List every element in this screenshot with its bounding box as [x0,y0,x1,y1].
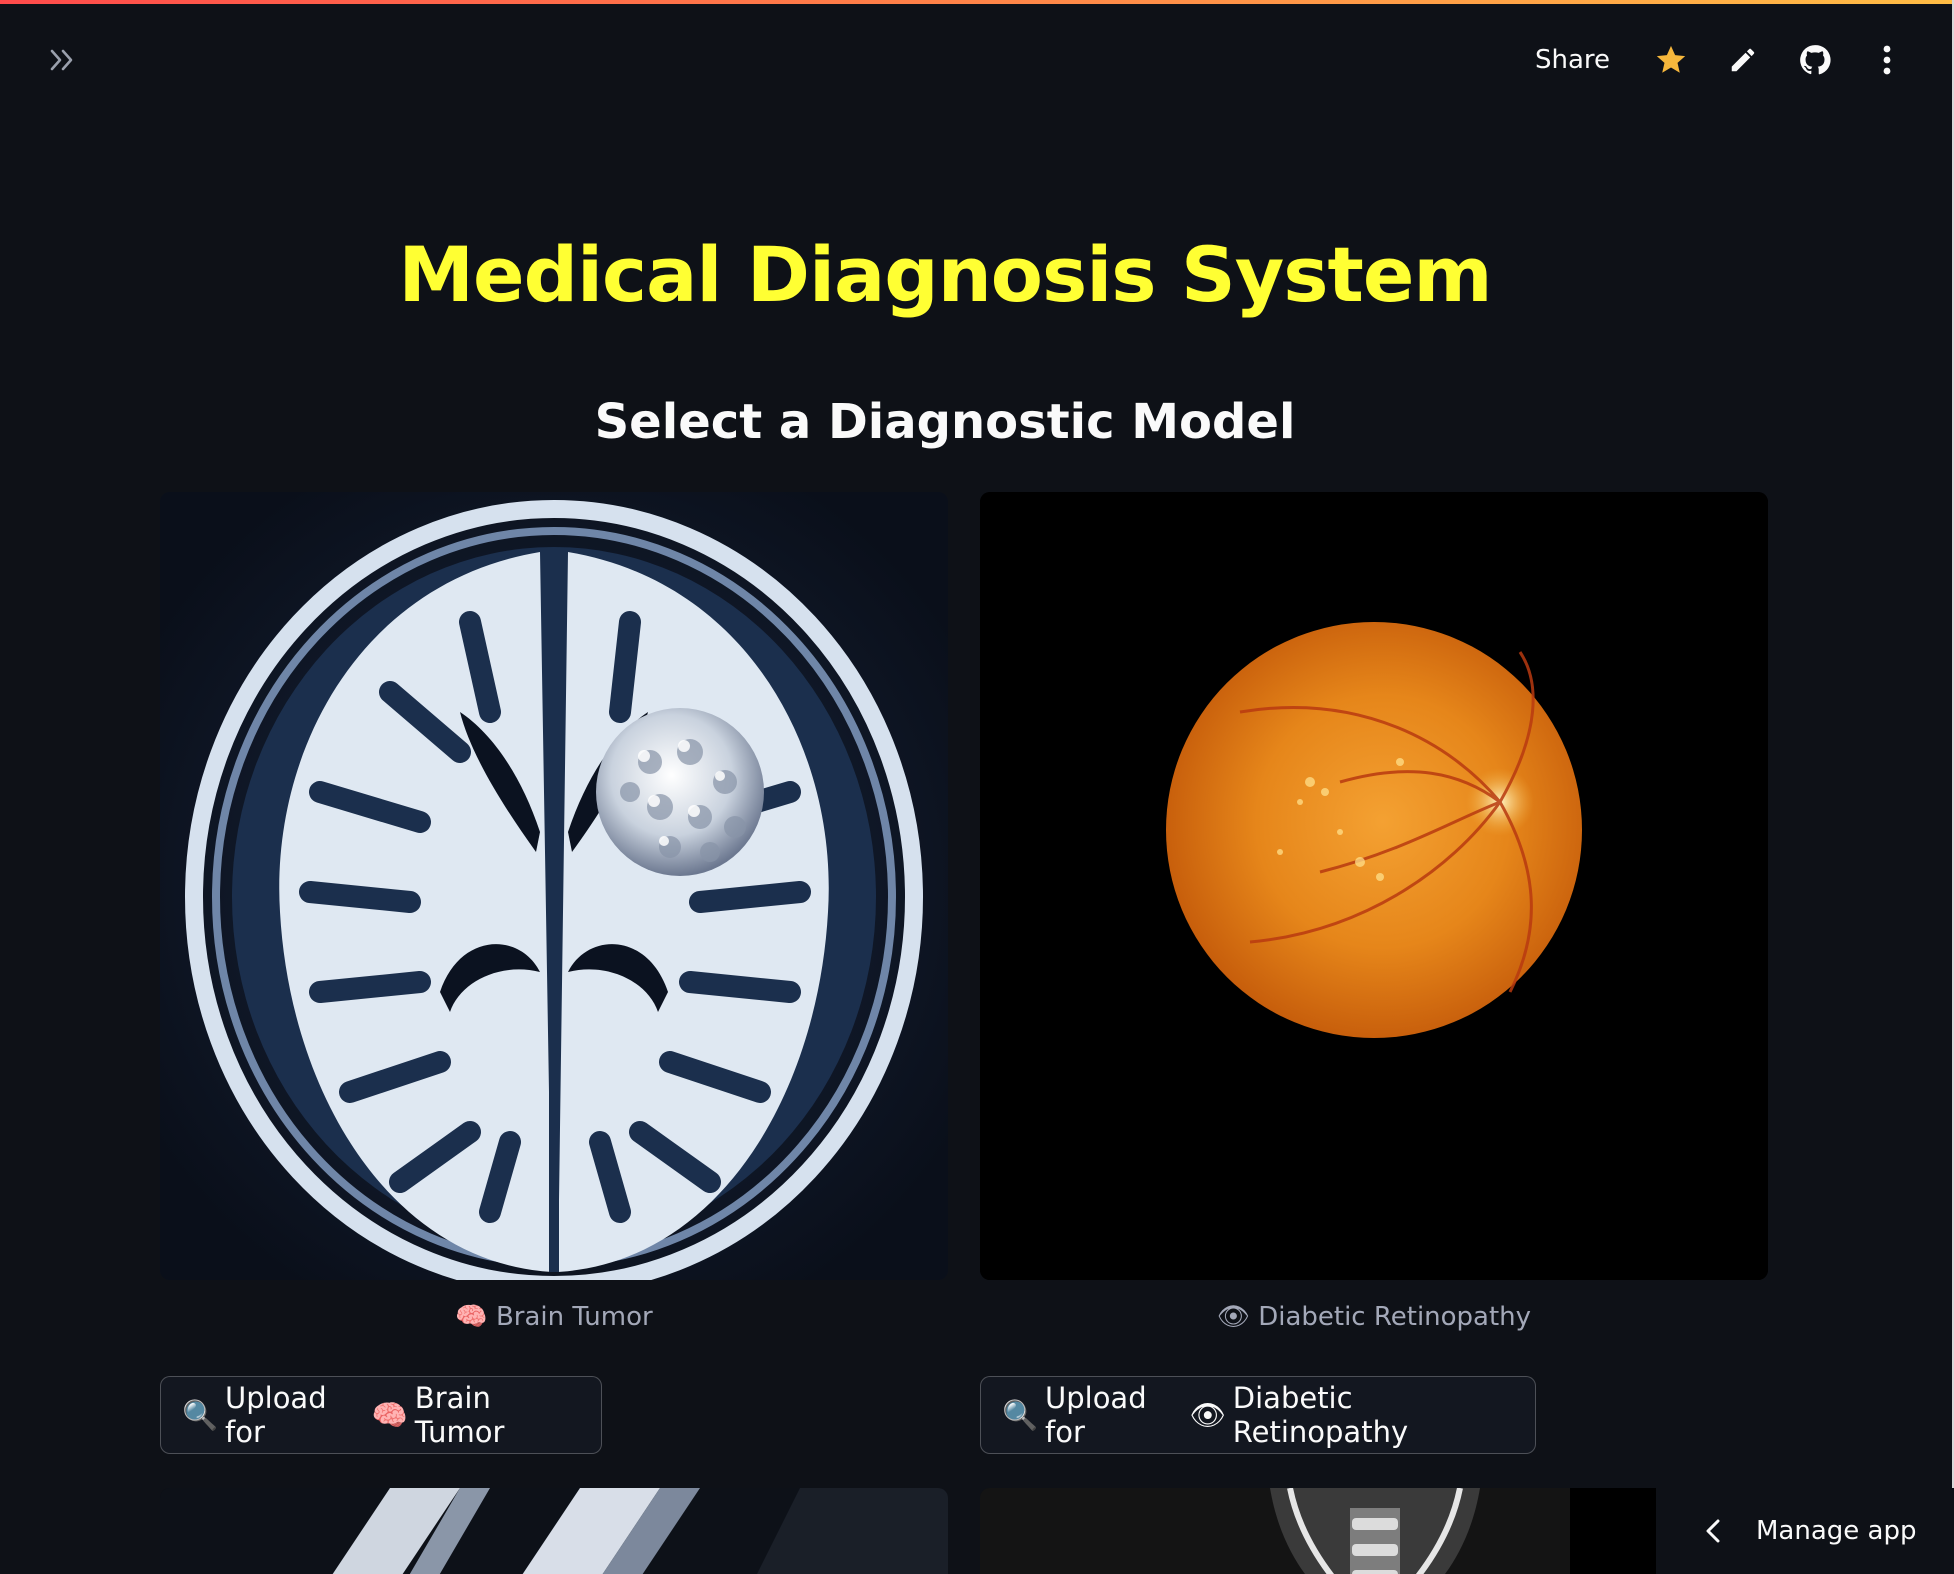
more-vertical-icon [1883,45,1891,75]
chevron-left-icon [1706,1519,1720,1543]
manage-app-label: Manage app [1756,1516,1917,1546]
brain-tumor-caption: 🧠 Brain Tumor [160,1302,948,1332]
toolbar: Share [1523,36,1910,84]
favorite-button[interactable] [1648,37,1694,83]
chest-xray-image [980,1488,1768,1574]
share-button[interactable]: Share [1523,45,1622,75]
button-label: Diabetic Retinopathy [1232,1381,1409,1449]
sidebar-expand-icon [50,49,73,71]
page-subtitle: Select a Diagnostic Model [594,394,1296,450]
github-icon [1800,45,1831,75]
brain-emoji-icon: 🧠 [371,1397,408,1432]
main-menu-button[interactable] [1864,37,1910,83]
caption-text: Diabetic Retinopathy [1258,1302,1532,1332]
edit-pencil-icon [1731,48,1755,72]
retina-fundus-image [980,492,1768,1280]
eye-emoji-icon: 👁 [1216,1302,1250,1332]
github-button[interactable] [1792,37,1838,83]
caption-text: Brain Tumor [495,1302,653,1332]
magnifier-emoji-icon: 🔍 [1001,1397,1039,1432]
eye-emoji-icon: 👁 [1189,1397,1227,1432]
diabetic-retinopathy-caption: 👁 Diabetic Retinopathy [980,1302,1768,1332]
star-icon [1656,45,1686,73]
button-label: Brain Tumor [414,1381,505,1449]
upload-brain-tumor-button[interactable]: 🔍 Upload for 🧠 Brain Tumor [160,1376,602,1454]
manage-app-button[interactable]: Manage app [1656,1488,1954,1574]
streamlit-app: Share Medical Diagnosis System Select a [0,0,1954,1574]
button-prefix: Upload for [225,1381,327,1449]
brain-mri-image [160,492,948,1280]
upload-diabetic-retinopathy-button[interactable]: 🔍 Upload for 👁 Diabetic Retinopathy [980,1376,1536,1454]
xray-bone-image [160,1488,948,1574]
edit-button[interactable] [1720,37,1766,83]
top-accent-bar [0,0,1954,4]
page-title: Medical Diagnosis System [398,230,1492,319]
button-prefix: Upload for [1045,1381,1147,1449]
magnifier-emoji-icon: 🔍 [181,1397,219,1432]
sidebar-expand-button[interactable] [44,40,84,80]
brain-emoji-icon: 🧠 [455,1302,488,1332]
